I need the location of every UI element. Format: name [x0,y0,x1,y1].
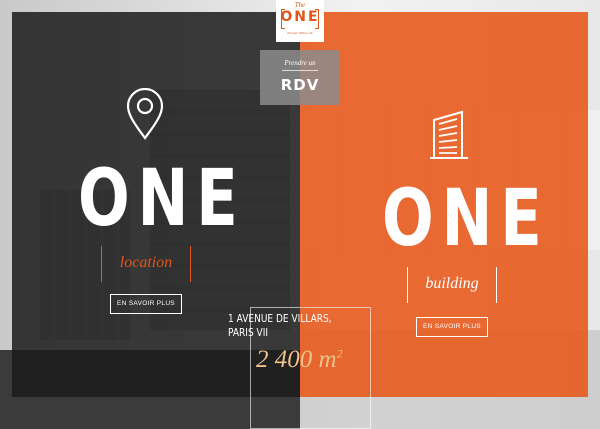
logo-subtitle: Premier Office Loft [287,31,313,35]
surface-area-exponent: 2 [336,346,343,361]
rdv-divider [282,70,318,71]
building-icon [430,110,468,159]
map-pin-icon [126,88,164,140]
logo-bracket-right [315,9,319,29]
location-bracket: location [101,246,191,282]
location-title: ONE [78,154,246,244]
building-title: ONE [382,174,550,264]
rdv-prefix: Prendre un [284,59,316,67]
building-label: building [425,275,479,292]
address-line-2: PARIS VII [228,326,269,339]
building-bracket: building [407,267,497,303]
address-line-1: 1 AVENUE DE VILLARS, [228,312,332,325]
site-logo[interactable]: The ONE Premier Office Loft [276,0,324,42]
surface-area-value: 2 400 m [256,346,337,373]
building-more-button[interactable]: EN SAVOIR PLUS [416,317,488,337]
rdv-button[interactable]: Prendre un RDV [260,50,340,105]
surface-area: 2 400 m2 [256,346,343,374]
address: 1 AVENUE DE VILLARS, PARIS VII [228,312,332,340]
location-label: location [119,254,173,271]
location-more-button[interactable]: EN SAVOIR PLUS [110,294,182,314]
logo-the: The [294,1,306,9]
rdv-label: RDV [280,76,320,94]
